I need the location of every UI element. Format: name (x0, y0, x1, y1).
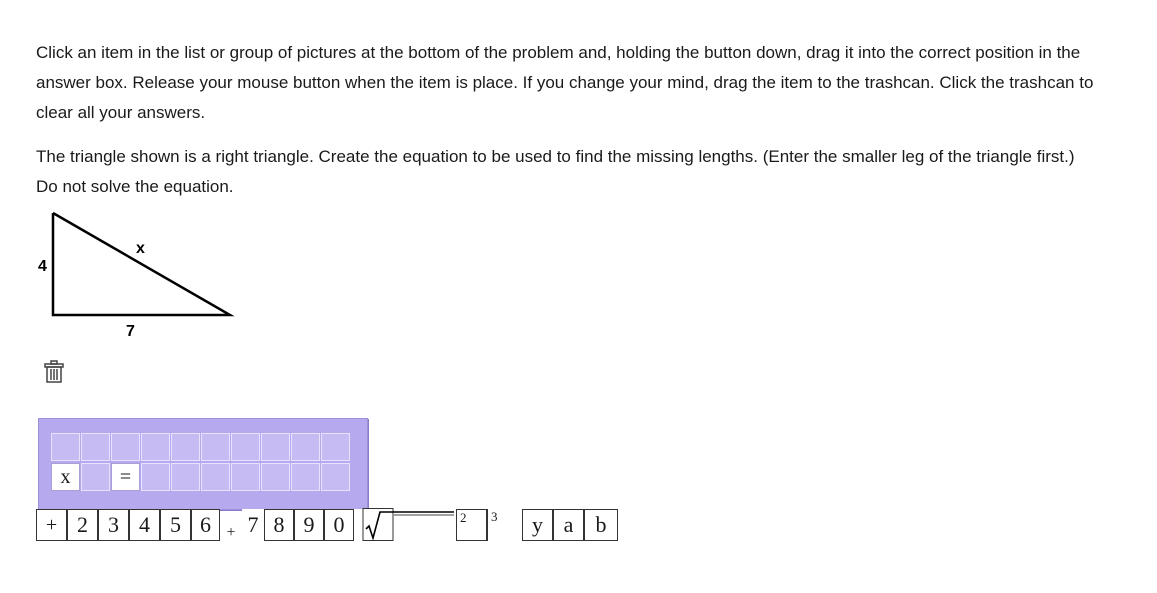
tile-plus[interactable]: + (36, 509, 67, 541)
answer-slot[interactable] (111, 433, 140, 461)
tile-variable-a[interactable]: a (553, 509, 584, 541)
tile-exponent-3[interactable]: 3 (487, 509, 521, 541)
answer-slot[interactable] (141, 433, 170, 461)
answer-row-1 (51, 433, 351, 461)
answer-slot[interactable] (171, 463, 200, 491)
answer-slot[interactable] (141, 463, 170, 491)
answer-slot[interactable] (171, 433, 200, 461)
tile-digit[interactable]: 2 (67, 509, 98, 541)
tile-plus-small[interactable]: + (220, 517, 242, 549)
answer-slot-filled[interactable]: = (111, 463, 140, 491)
tile-square-root[interactable] (354, 508, 456, 541)
answer-slot-filled[interactable]: x (51, 463, 80, 491)
tile-digit[interactable]: 5 (160, 509, 191, 541)
answer-box[interactable]: x = (38, 418, 368, 510)
answer-slot[interactable] (201, 433, 230, 461)
tile-digit[interactable]: 3 (98, 509, 129, 541)
answer-slot[interactable] (321, 463, 350, 491)
answer-slot[interactable] (321, 433, 350, 461)
tile-digit[interactable]: 7 (242, 509, 264, 541)
answer-slot[interactable] (81, 463, 110, 491)
answer-slot[interactable] (261, 433, 290, 461)
square-root-icon (362, 508, 454, 541)
answer-slot[interactable] (201, 463, 230, 491)
triangle-shape (51, 211, 235, 317)
right-triangle-figure: 4 x 7 (38, 211, 235, 340)
answer-slot[interactable] (81, 433, 110, 461)
tile-digit[interactable]: 8 (264, 509, 294, 541)
problem-prompt: The triangle shown is a right triangle. … (36, 147, 1075, 196)
answer-slot[interactable] (51, 433, 80, 461)
trashcan-icon[interactable] (43, 360, 65, 384)
label-hypotenuse: x (136, 240, 145, 257)
answer-slot[interactable] (261, 463, 290, 491)
tile-digit[interactable]: 0 (324, 509, 354, 541)
tile-exponent-2[interactable]: 2 (456, 509, 487, 541)
answer-slot[interactable] (291, 433, 320, 461)
answer-slot[interactable] (291, 463, 320, 491)
tile-digit[interactable]: 9 (294, 509, 324, 541)
answer-slot[interactable] (231, 433, 260, 461)
tile-digit[interactable]: 6 (191, 509, 220, 541)
answer-slot[interactable] (231, 463, 260, 491)
label-leg-horizontal: 7 (126, 323, 135, 340)
label-leg-vertical: 4 (38, 258, 47, 275)
instructions-text: Click an item in the list or group of pi… (36, 43, 1094, 122)
tile-variable-b[interactable]: b (584, 509, 618, 541)
tile-digit[interactable]: 4 (129, 509, 160, 541)
answer-row-2: x = (51, 463, 351, 491)
tile-variable-y[interactable]: y (522, 509, 553, 541)
